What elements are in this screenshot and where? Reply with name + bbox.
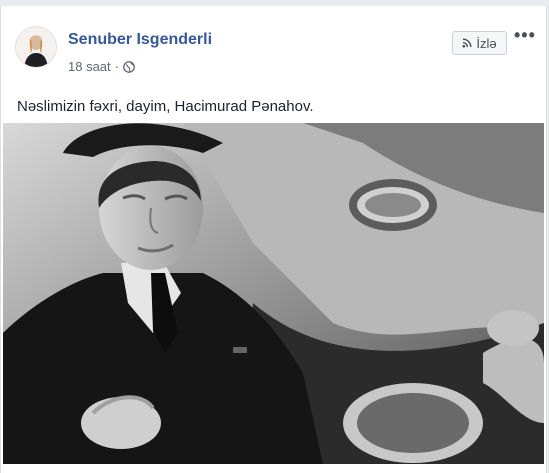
facebook-post: Senuber Isgenderli 18 saat · İzlə ••• Nə… xyxy=(0,6,547,473)
follow-button[interactable]: İzlə xyxy=(452,31,507,55)
portrait-photo-illustration xyxy=(3,123,544,464)
follow-label: İzlə xyxy=(476,35,497,51)
post-meta: 18 saat · xyxy=(68,59,135,74)
post-photo[interactable] xyxy=(3,123,544,464)
more-options-button[interactable]: ••• xyxy=(514,26,536,48)
post-timestamp[interactable]: 18 saat xyxy=(68,59,111,74)
author-avatar[interactable] xyxy=(15,26,57,68)
post-text: Nəslimizin fəxri, dayim, Hacimurad Pənah… xyxy=(17,98,314,115)
footer-strip xyxy=(1,464,546,473)
rss-icon xyxy=(462,38,472,48)
globe-icon[interactable] xyxy=(123,60,135,73)
meta-separator: · xyxy=(114,59,119,74)
author-name[interactable]: Senuber Isgenderli xyxy=(68,31,212,49)
